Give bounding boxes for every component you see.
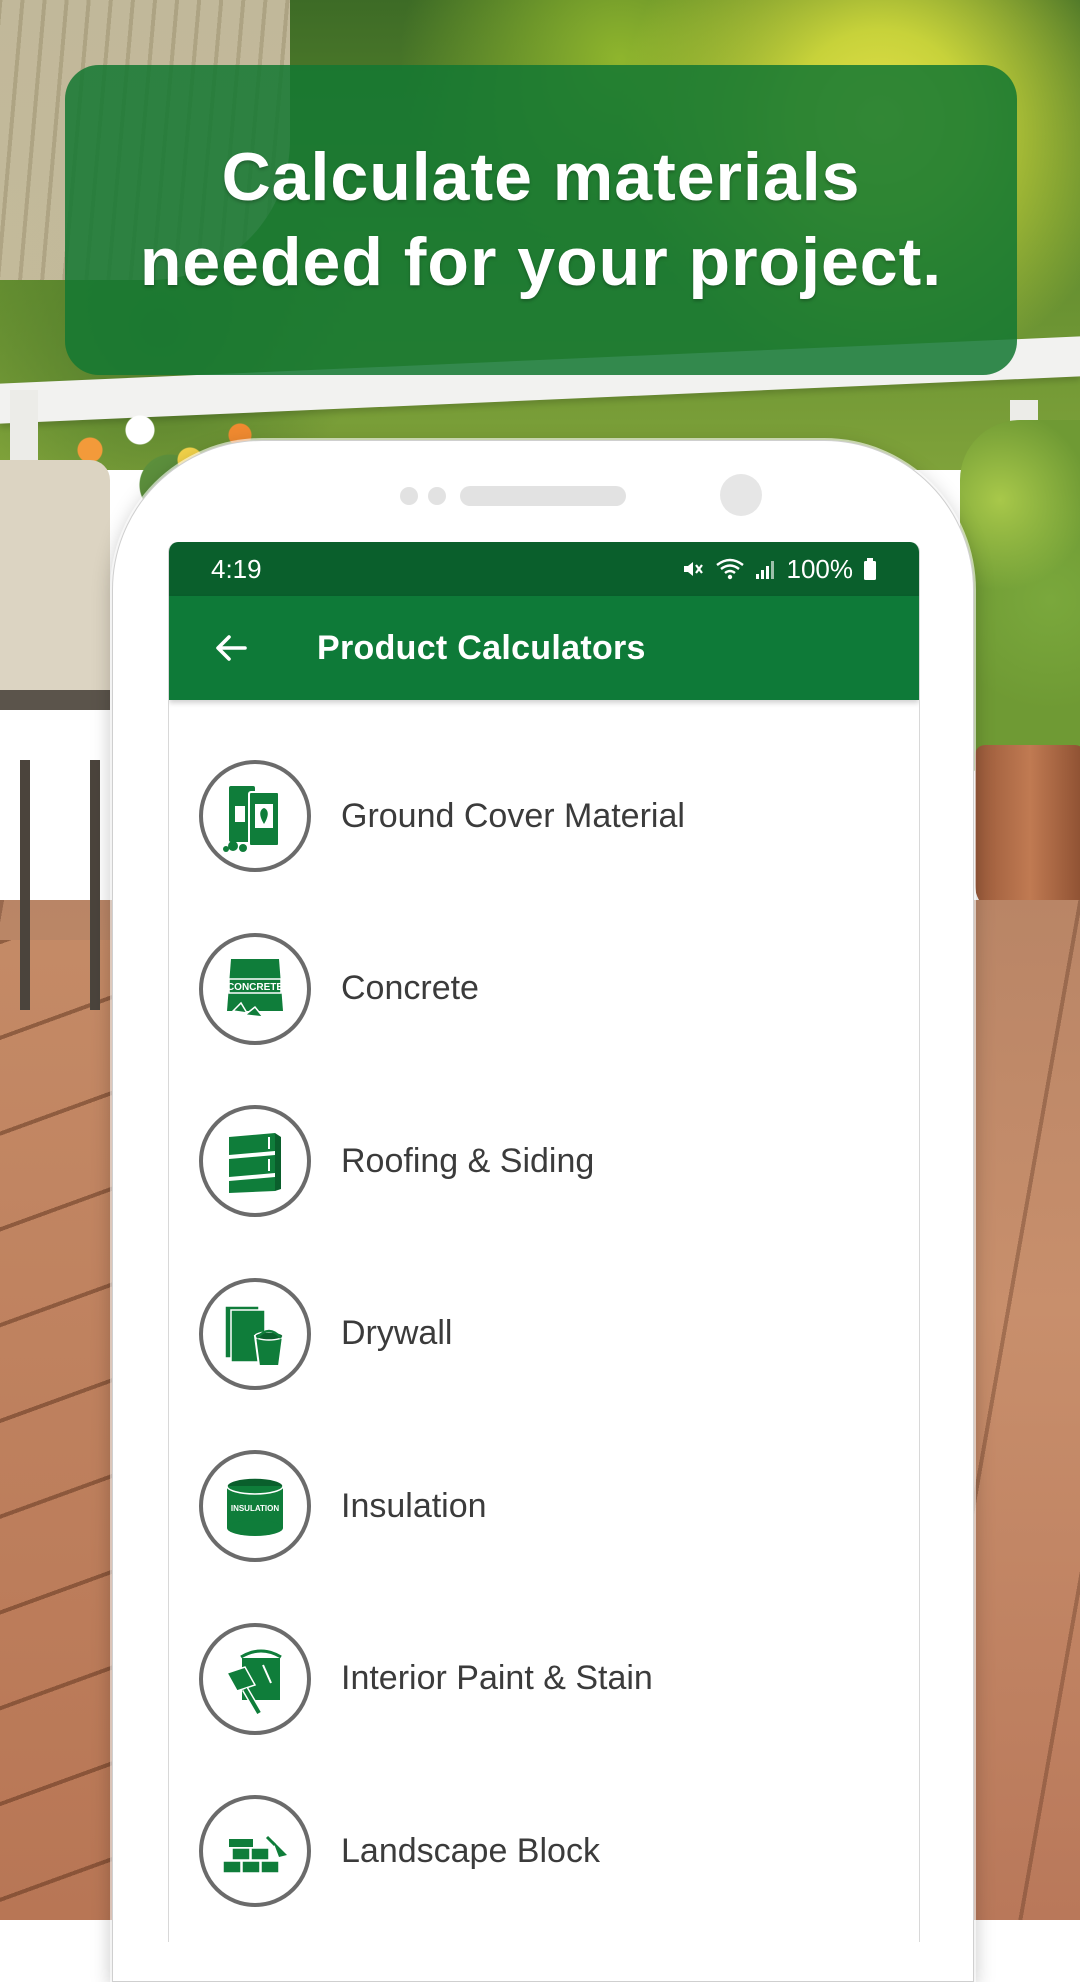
earpiece-speaker xyxy=(460,486,626,506)
wifi-icon xyxy=(715,558,744,580)
wooden-deck-left xyxy=(0,940,120,1920)
concrete-bag-icon: CONCRETE xyxy=(199,932,311,1045)
arrow-left-icon xyxy=(216,635,247,661)
calculator-label: Landscape Block xyxy=(341,1831,600,1870)
calculator-item-roofing-siding[interactable]: Roofing & Siding xyxy=(169,1075,919,1248)
calculator-label: Roofing & Siding xyxy=(341,1141,595,1180)
calculator-label: Insulation xyxy=(341,1486,487,1525)
chair-leg xyxy=(20,760,30,1010)
calculator-item-interior-paint-stain[interactable]: Interior Paint & Stain xyxy=(169,1593,919,1766)
calculator-label: Concrete xyxy=(341,969,479,1008)
concrete-icon-text: CONCRETE xyxy=(227,982,283,993)
headline-line-1: Calculate materials xyxy=(221,139,861,215)
headline-text: Calculate materials needed for your proj… xyxy=(91,135,991,305)
calculator-item-landscape-block[interactable]: Landscape Block xyxy=(169,1765,919,1938)
calculator-item-insulation[interactable]: INSULATION Insulation xyxy=(169,1420,919,1593)
status-time: 4:19 xyxy=(211,553,262,584)
chair-leg xyxy=(90,760,100,1010)
back-button[interactable] xyxy=(203,620,259,676)
calculator-list: Ground Cover Material CONCRETE Concrete xyxy=(169,700,919,1938)
calculator-label: Ground Cover Material xyxy=(341,796,685,835)
battery-icon xyxy=(864,558,876,580)
calculator-item-drywall[interactable]: Drywall xyxy=(169,1248,919,1421)
siding-panels-icon xyxy=(199,1105,311,1218)
status-icons: 100% xyxy=(681,554,878,585)
landscape-block-icon xyxy=(199,1795,311,1908)
front-camera xyxy=(720,474,762,516)
calculator-item-ground-cover[interactable]: Ground Cover Material xyxy=(169,730,919,903)
insulation-icon-text: INSULATION xyxy=(231,1504,280,1513)
ground-cover-bag-icon xyxy=(199,760,311,873)
terracotta-pot xyxy=(975,745,1080,915)
calculator-label: Interior Paint & Stain xyxy=(341,1659,653,1698)
potted-plant xyxy=(960,420,1080,780)
calculator-label: Drywall xyxy=(341,1314,453,1353)
headline-line-2: needed for your project. xyxy=(139,224,943,300)
app-screen: 4:19 100% Product Calculators Ground Cov… xyxy=(168,542,920,1942)
app-bar: Product Calculators xyxy=(169,596,919,700)
page-title: Product Calculators xyxy=(317,628,646,667)
calculator-item-concrete[interactable]: CONCRETE Concrete xyxy=(169,903,919,1076)
sensor-dot xyxy=(400,487,418,505)
sensor-dot xyxy=(428,487,446,505)
battery-percent: 100% xyxy=(786,553,854,584)
paint-brush-icon xyxy=(199,1622,311,1735)
mute-icon xyxy=(683,562,703,576)
signal-icon xyxy=(755,561,774,579)
status-bar: 4:19 100% xyxy=(169,542,919,596)
drywall-bucket-icon xyxy=(199,1277,311,1390)
insulation-roll-icon: INSULATION xyxy=(199,1450,311,1563)
headline-banner: Calculate materials needed for your proj… xyxy=(65,65,1017,375)
